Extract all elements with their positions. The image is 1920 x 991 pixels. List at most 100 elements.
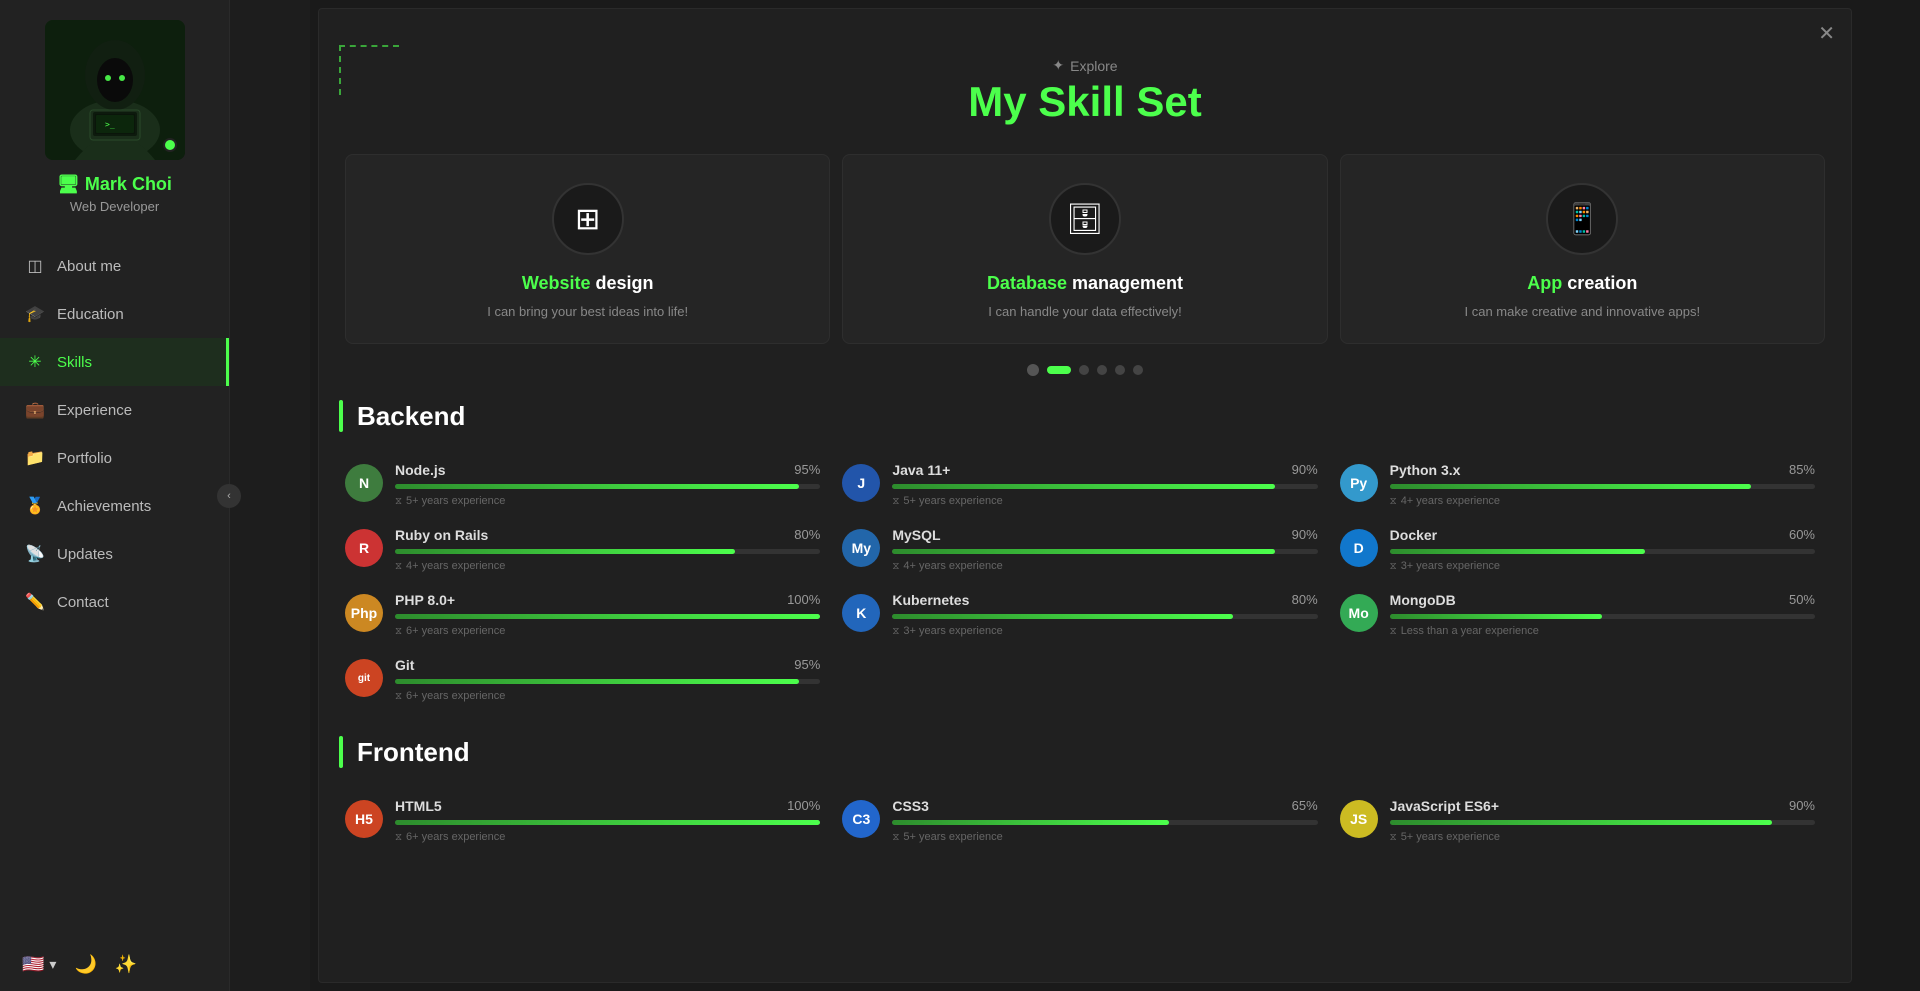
- mongodb-name: MongoDB: [1390, 592, 1456, 608]
- mysql-pct: 90%: [1292, 527, 1318, 543]
- sidebar-bottom: 🇺🇸 ▾ 🌙 ✨: [0, 938, 229, 991]
- carousel-dot-6[interactable]: [1133, 365, 1143, 375]
- css3-progress: [892, 820, 1168, 825]
- explore-label: ✦ Explore: [319, 57, 1851, 74]
- skill-item-mysql: My MySQL 90% 4+ years experience: [836, 517, 1333, 582]
- html5-name: HTML5: [395, 798, 442, 814]
- skill-card-app-desc: I can make creative and innovative apps!: [1465, 304, 1701, 319]
- right-panel: [1860, 0, 1920, 991]
- javascript-exp: 5+ years experience: [1390, 831, 1815, 843]
- git-progress: [395, 679, 799, 684]
- kubernetes-exp: 3+ years experience: [892, 625, 1317, 637]
- carousel-dot-prev[interactable]: [1027, 364, 1039, 376]
- page-title: My Skill Set: [319, 78, 1851, 126]
- carousel-dots: [319, 364, 1851, 376]
- sidebar-item-achievements[interactable]: 🏅 Achievements: [0, 482, 229, 530]
- skill-card-website: ⊞ Website design I can bring your best i…: [345, 154, 830, 344]
- python-progress: [1390, 484, 1752, 489]
- python-logo: Py: [1340, 464, 1378, 502]
- git-logo: git: [345, 659, 383, 697]
- language-button[interactable]: 🇺🇸 ▾: [22, 954, 56, 975]
- kubernetes-name: Kubernetes: [892, 592, 969, 608]
- theme-toggle-button[interactable]: 🌙: [74, 954, 96, 975]
- sidebar-item-updates[interactable]: 📡 Updates: [0, 530, 229, 578]
- kubernetes-progress: [892, 614, 1232, 619]
- kubernetes-pct: 80%: [1292, 592, 1318, 608]
- achievements-icon: 🏅: [25, 496, 45, 516]
- svg-text:>_: >_: [105, 120, 115, 129]
- css3-pct: 65%: [1292, 798, 1318, 814]
- explore-icon: ✦: [1052, 57, 1064, 74]
- docker-name: Docker: [1390, 527, 1437, 543]
- docker-progress: [1390, 549, 1645, 554]
- magic-button[interactable]: ✨: [115, 954, 137, 975]
- php-pct: 100%: [787, 592, 820, 608]
- education-icon: 🎓: [25, 304, 45, 324]
- frontend-section-header: Frontend: [339, 736, 1831, 768]
- sidebar-item-contact[interactable]: ✏️ Contact: [0, 578, 229, 626]
- content-panel: ✕ ✦ Explore My Skill Set ⊞ Website desig…: [318, 8, 1852, 983]
- mysql-progress: [892, 549, 1275, 554]
- skill-card-database-desc: I can handle your data effectively!: [988, 304, 1181, 319]
- javascript-logo: JS: [1340, 800, 1378, 838]
- close-button[interactable]: ✕: [1818, 21, 1835, 46]
- skill-item-php: Php PHP 8.0+ 100% 6+ years experience: [339, 582, 836, 647]
- java-pct: 90%: [1292, 462, 1318, 478]
- sidebar-item-about[interactable]: ◫ About me: [0, 242, 229, 290]
- carousel-dot-5[interactable]: [1115, 365, 1125, 375]
- css3-name: CSS3: [892, 798, 929, 814]
- sidebar-toggle-button[interactable]: ‹: [217, 484, 241, 508]
- skill-item-css3: C3 CSS3 65% 5+ years experience: [836, 788, 1333, 853]
- skill-item-mongodb: Mo MongoDB 50% Less than a year experien…: [1334, 582, 1831, 647]
- nodejs-exp: 5+ years experience: [395, 495, 820, 507]
- carousel-dot-4[interactable]: [1097, 365, 1107, 375]
- skill-card-app: 📱 App creation I can make creative and i…: [1340, 154, 1825, 344]
- chevron-down-icon: ▾: [49, 956, 56, 973]
- website-design-icon: ⊞: [552, 183, 624, 255]
- updates-icon: 📡: [25, 544, 45, 564]
- html5-pct: 100%: [787, 798, 820, 814]
- app-creation-icon: 📱: [1546, 183, 1618, 255]
- online-indicator: [163, 138, 177, 152]
- css3-exp: 5+ years experience: [892, 831, 1317, 843]
- sidebar-item-portfolio[interactable]: 📁 Portfolio: [0, 434, 229, 482]
- docker-pct: 60%: [1789, 527, 1815, 543]
- carousel-dot-3[interactable]: [1079, 365, 1089, 375]
- carousel-dot-active[interactable]: [1047, 366, 1071, 374]
- mongodb-pct: 50%: [1789, 592, 1815, 608]
- ruby-progress: [395, 549, 735, 554]
- skill-card-app-title: App creation: [1527, 273, 1637, 294]
- contact-icon: ✏️: [25, 592, 45, 612]
- skills-icon: ✳: [25, 352, 45, 372]
- skill-item-git: git Git 95% 6+ years experience: [339, 647, 836, 712]
- mongodb-exp: Less than a year experience: [1390, 625, 1815, 637]
- profile-title: Web Developer: [70, 199, 159, 214]
- javascript-pct: 90%: [1789, 798, 1815, 814]
- sidebar-item-education[interactable]: 🎓 Education: [0, 290, 229, 338]
- nodejs-pct: 95%: [794, 462, 820, 478]
- git-pct: 95%: [794, 657, 820, 673]
- skill-item-javascript: JS JavaScript ES6+ 90% 5+ years experien…: [1334, 788, 1831, 853]
- nav-menu: ◫ About me 🎓 Education ✳ Skills 💼 Experi…: [0, 242, 229, 938]
- javascript-name: JavaScript ES6+: [1390, 798, 1499, 814]
- docker-logo: D: [1340, 529, 1378, 567]
- sidebar-item-experience[interactable]: 💼 Experience: [0, 386, 229, 434]
- database-management-icon: 🗄: [1049, 183, 1121, 255]
- skill-card-database: 🗄 Database management I can handle your …: [842, 154, 1327, 344]
- skill-item-docker: D Docker 60% 3+ years experience: [1334, 517, 1831, 582]
- mysql-name: MySQL: [892, 527, 940, 543]
- portfolio-icon: 📁: [25, 448, 45, 468]
- python-name: Python 3.x: [1390, 462, 1461, 478]
- java-name: Java 11+: [892, 462, 950, 478]
- skill-item-ruby: R Ruby on Rails 80% 4+ years experience: [339, 517, 836, 582]
- sidebar-item-skills[interactable]: ✳ Skills: [0, 338, 229, 386]
- nodejs-logo: N: [345, 464, 383, 502]
- skill-item-nodejs: N Node.js 95% 5+ years experience: [339, 452, 836, 517]
- git-exp: 6+ years experience: [395, 690, 820, 702]
- kubernetes-logo: K: [842, 594, 880, 632]
- python-pct: 85%: [1789, 462, 1815, 478]
- profile-name: 🖥Mark Choi: [57, 174, 172, 195]
- java-logo: J: [842, 464, 880, 502]
- php-logo: Php: [345, 594, 383, 632]
- nodejs-progress: [395, 484, 799, 489]
